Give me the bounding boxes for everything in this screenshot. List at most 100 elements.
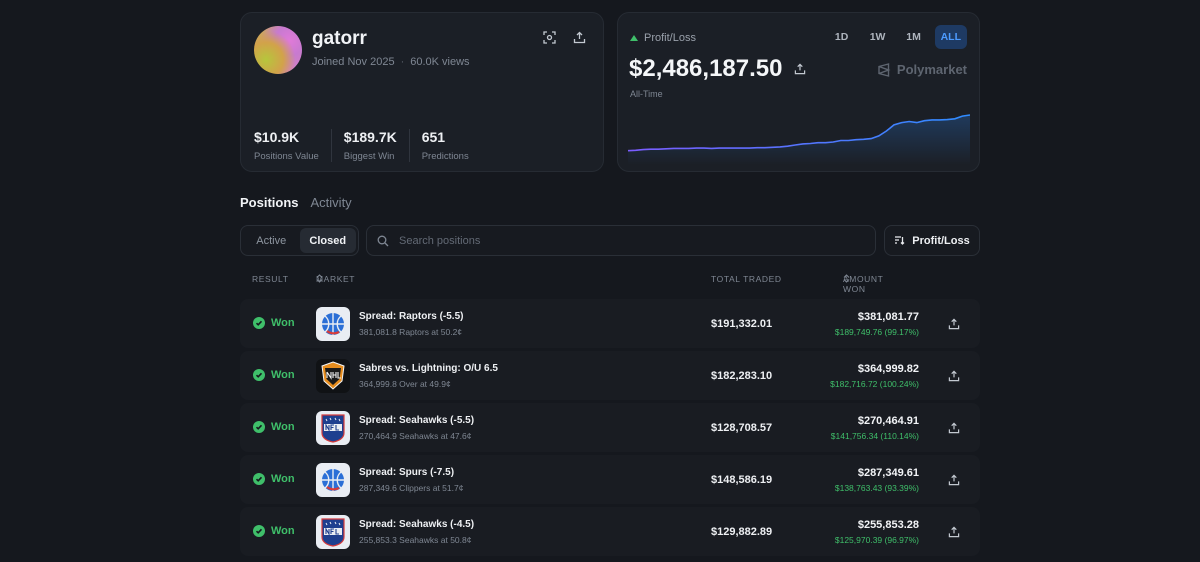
stat-predictions: 651 Predictions (422, 129, 481, 162)
share-icon[interactable] (946, 524, 962, 540)
col-market-label: MARKET (316, 274, 356, 284)
pnl-card: Profit/Loss 1D 1W 1M ALL $2,486,187.50 A… (617, 12, 980, 172)
stat-biggest-win: $189.7K Biggest Win (344, 129, 410, 162)
tab-activity[interactable]: Activity (311, 195, 352, 210)
result-label: Won (271, 421, 295, 433)
scan-icon[interactable] (541, 29, 557, 45)
table-row[interactable]: Won Spread: Seahawks (-4.5) 255,853.3 Se… (240, 507, 980, 556)
stat-value: 651 (421, 129, 446, 145)
nhl-icon (316, 359, 350, 393)
up-triangle-icon (630, 35, 638, 41)
profit-gain: $141,756.34 (110.14%) (830, 431, 919, 441)
result-label: Won (271, 369, 295, 381)
result-cell: Won (253, 317, 295, 329)
col-amount-won-label: AMOUNT WON (843, 274, 884, 294)
profit-gain: $125,970.39 (96.97%) (834, 535, 919, 545)
stat-positions-value: $10.9K Positions Value (254, 129, 332, 162)
check-circle-icon (253, 317, 265, 329)
brand: Polymarket (877, 62, 967, 77)
market-title: Spread: Raptors (-5.5) (359, 311, 464, 322)
stat-label: Positions Value (254, 151, 319, 162)
amount-won: $287,349.61 (857, 467, 919, 479)
pnl-header: Profit/Loss (630, 32, 696, 44)
range-1m[interactable]: 1M (899, 25, 929, 49)
share-icon[interactable] (792, 61, 808, 77)
market-detail: 270,464.9 Seahawks at 47.6¢ (359, 431, 472, 441)
check-circle-icon (253, 369, 265, 381)
amount-won: $381,081.77 (857, 311, 919, 323)
profile-actions (541, 29, 587, 45)
share-icon[interactable] (946, 472, 962, 488)
result-cell: Won (253, 473, 295, 485)
sort-icon (895, 236, 905, 245)
sort-label: Profit/Loss (912, 234, 970, 247)
polymarket-logo-icon (878, 62, 891, 77)
range-1w[interactable]: 1W (863, 25, 893, 49)
pnl-value-row: $2,486,187.50 (629, 55, 808, 83)
main-tabs: Positions Activity (240, 195, 352, 210)
market-title: Sabres vs. Lightning: O/U 6.5 (359, 363, 498, 374)
avatar[interactable] (254, 26, 302, 74)
nba-icon (316, 463, 350, 497)
check-circle-icon (253, 525, 265, 537)
separator-dot: · (400, 56, 405, 68)
stat-value: $10.9K (254, 129, 300, 145)
total-traded: $129,882.89 (711, 526, 773, 538)
col-market[interactable]: MARKET (316, 274, 354, 284)
stat-value: $189.7K (343, 129, 397, 145)
share-icon[interactable] (571, 29, 587, 45)
profile-meta: Joined Nov 2025 · 60.0K views (312, 56, 470, 68)
table-row[interactable]: Won Spread: Seahawks (-5.5) 270,464.9 Se… (240, 403, 980, 452)
total-traded: $182,283.10 (711, 370, 773, 382)
result-label: Won (271, 317, 295, 329)
market-detail: 287,349.6 Clippers at 51.7¢ (359, 483, 464, 493)
amount-won: $255,853.28 (857, 519, 919, 531)
market-title: Spread: Seahawks (-4.5) (359, 519, 475, 530)
market-title: Spread: Seahawks (-5.5) (359, 415, 475, 426)
search-box (366, 225, 876, 256)
nfl-icon (316, 411, 350, 445)
username: gatorr (312, 28, 367, 49)
pnl-period: All-Time (630, 89, 663, 99)
profile-stats: $10.9K Positions Value $189.7K Biggest W… (254, 129, 493, 162)
search-icon (377, 235, 389, 246)
col-total-traded: TOTAL TRADED (711, 274, 782, 284)
tab-positions[interactable]: Positions (240, 195, 299, 210)
share-icon[interactable] (946, 368, 962, 384)
table-row[interactable]: Won Spread: Raptors (-5.5) 381,081.8 Rap… (240, 299, 980, 348)
nba-icon (316, 307, 350, 341)
pnl-label: Profit/Loss (644, 32, 696, 44)
table-row[interactable]: Won Sabres vs. Lightning: O/U 6.5 364,99… (240, 351, 980, 400)
segment-active[interactable]: Active (243, 228, 300, 253)
profit-gain: $189,749.76 (99.17%) (834, 327, 919, 337)
share-icon[interactable] (946, 316, 962, 332)
market-detail: 364,999.8 Over at 49.9¢ (359, 379, 451, 389)
pnl-sparkline (628, 114, 970, 165)
stat-label: Predictions (421, 151, 469, 162)
share-icon[interactable] (946, 420, 962, 436)
segment-closed[interactable]: Closed (299, 228, 356, 253)
total-traded: $148,586.19 (711, 474, 773, 486)
profit-gain: $138,763.43 (93.39%) (834, 483, 919, 493)
market-detail: 381,081.8 Raptors at 50.2¢ (359, 327, 463, 337)
range-1d[interactable]: 1D (827, 25, 857, 49)
range-all[interactable]: ALL (934, 25, 967, 49)
amount-won: $364,999.82 (857, 363, 919, 375)
profit-gain: $182,716.72 (100.24%) (830, 379, 919, 389)
sort-button[interactable]: Profit/Loss (884, 225, 980, 256)
profile-card: gatorr Joined Nov 2025 · 60.0K views $10… (240, 12, 604, 172)
amount-won: $270,464.91 (857, 415, 919, 427)
search-input[interactable] (399, 234, 859, 247)
col-result: RESULT (252, 274, 289, 284)
col-amount-won[interactable]: AMOUNT WON (843, 274, 883, 294)
market-detail: 255,853.3 Seahawks at 50.8¢ (359, 535, 472, 545)
check-circle-icon (253, 473, 265, 485)
result-label: Won (271, 473, 295, 485)
table-row[interactable]: Won Spread: Spurs (-7.5) 287,349.6 Clipp… (240, 455, 980, 504)
check-circle-icon (253, 421, 265, 433)
total-traded: $191,332.01 (711, 318, 773, 330)
stat-label: Biggest Win (343, 151, 395, 162)
time-range-selector: 1D 1W 1M ALL (827, 25, 967, 49)
result-cell: Won (253, 421, 295, 433)
nfl-icon (316, 515, 350, 549)
